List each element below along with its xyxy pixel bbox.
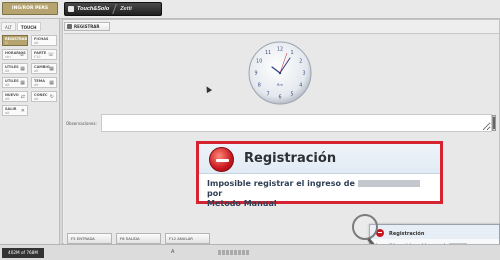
status-mark: A <box>171 249 175 255</box>
brand-separator <box>112 4 118 14</box>
redacted-name <box>357 180 420 187</box>
dialog-message-start: Imposible registrar el ingreso de <box>207 179 355 188</box>
observations-scrollbar[interactable] <box>492 115 496 131</box>
dialog-message-line2: Metodo Manual <box>207 199 277 208</box>
memory-indicator[interactable]: 402M of 768M <box>2 248 44 258</box>
utiles-2-button[interactable]: UTILES alt ▦ <box>2 77 28 88</box>
brand-subname: Zetti <box>120 6 132 12</box>
dialog-header: Registración <box>199 144 440 174</box>
user-button[interactable]: ING/ROR PERS <box>2 2 58 15</box>
arrows-icon: ⇄ <box>20 94 25 100</box>
clock-numeral: 6 <box>278 95 281 101</box>
left-tabs: ALT TOUCH <box>1 22 58 31</box>
brand-name: Touch&Solo <box>77 6 110 12</box>
dialog-message: Imposible registrar el ingreso depor Met… <box>207 179 437 209</box>
tema-button[interactable]: TEMA alt ▦ <box>31 77 57 88</box>
button-shortcut: alt <box>34 41 39 45</box>
mini-dialog-header: Registración <box>370 225 499 239</box>
phone-icon: ☏ <box>47 52 54 58</box>
top-bar: ING/ROR PERS Touch&Solo Zetti <box>0 0 500 19</box>
window-tab-label: REGISTRAR <box>74 24 100 29</box>
button-label: REGISTRAR <box>5 37 28 41</box>
grid-icon: ▦ <box>20 66 25 72</box>
brand-bar: Touch&Solo Zetti <box>64 2 162 16</box>
magnifier-icon <box>352 214 378 240</box>
clock-center <box>278 71 282 75</box>
clock-brand: Rm <box>277 83 283 87</box>
tab-registrar[interactable]: REGISTRAR <box>64 22 110 31</box>
error-icon <box>209 147 234 172</box>
salida-button[interactable]: F6 SALIDA <box>116 233 161 244</box>
main-window: REGISTRAR 12 1 2 3 4 5 6 7 8 9 10 11 Rm Observacion… <box>62 19 500 244</box>
clock-numeral: 7 <box>266 91 269 97</box>
button-shortcut: G <box>5 41 8 45</box>
clock-numeral: 11 <box>265 50 271 56</box>
grid-icon: ▦ <box>49 66 54 72</box>
status-blocks <box>218 250 249 255</box>
conec-button[interactable]: CONEC alt ↻ <box>31 91 57 102</box>
clock-numeral: 8 <box>258 83 261 89</box>
clock-numeral: 5 <box>290 91 293 97</box>
clock-numeral: 1 <box>290 50 293 56</box>
fichas-button[interactable]: FICHAS alt <box>31 35 57 46</box>
tab-touch[interactable]: TOUCH <box>16 22 41 31</box>
analog-clock: 121234567891011 Rm <box>248 41 312 105</box>
dialog-message-end: por <box>207 189 223 198</box>
clock-numeral: 2 <box>299 59 302 65</box>
error-dialog: Registración Imposible registrar el ingr… <box>196 141 443 208</box>
close-icon: ✕ <box>20 108 25 114</box>
brand-logo-icon <box>68 6 74 12</box>
status-block <box>246 250 249 255</box>
mini-error-icon-bar <box>378 232 382 233</box>
utiles-button[interactable]: UTILES alt ▦ <box>2 63 28 74</box>
error-icon-bar <box>216 159 229 162</box>
observations-field[interactable] <box>101 114 492 132</box>
observations-label: Observaciones: <box>66 121 97 126</box>
salir-button[interactable]: SALIR alt ✕ <box>2 105 28 116</box>
status-block <box>238 250 241 255</box>
status-block <box>234 250 237 255</box>
clock-numeral: 4 <box>299 83 302 89</box>
clock-numeral: 9 <box>254 71 257 77</box>
status-block <box>218 250 221 255</box>
registrar-button[interactable]: REGISTRAR G <box>2 35 28 46</box>
status-bar: 402M of 768M A <box>0 244 500 260</box>
anular-button[interactable]: F12 ANULAR <box>165 233 210 244</box>
status-block <box>226 250 229 255</box>
refresh-icon: ↻ <box>49 94 54 100</box>
parte-button[interactable]: PARTE F10 ☏ <box>31 49 57 60</box>
dialog-body: Registración Imposible registrar el ingr… <box>199 144 440 208</box>
cambio-button[interactable]: CAMBIO alt ▦ <box>31 63 57 74</box>
left-button-grid: REGISTRAR G FICHAS alt HORARIOS ctrl ☏ P… <box>2 35 58 116</box>
nuevo-button[interactable]: NUEVO alt ⇄ <box>2 91 28 102</box>
mini-dialog-title: Registración <box>389 231 425 237</box>
window-tab-icon <box>67 24 72 29</box>
clock-numeral: 3 <box>302 71 305 77</box>
tab-alt[interactable]: ALT <box>1 22 16 31</box>
clock-numeral: 10 <box>256 59 262 65</box>
left-panel: ALT TOUCH REGISTRAR G FICHAS alt HORARIO… <box>0 19 60 244</box>
grid-icon: ▦ <box>20 80 25 86</box>
status-block <box>222 250 225 255</box>
dialog-title: Registración <box>244 151 337 166</box>
scrollbar-thumb[interactable] <box>493 117 495 129</box>
entrada-button[interactable]: F5 ENTRADA <box>67 233 112 244</box>
phone-icon: ☏ <box>18 52 25 58</box>
grid-icon: ▦ <box>49 80 54 86</box>
status-block <box>242 250 245 255</box>
content-area: 12 1 2 3 4 5 6 7 8 9 10 11 Rm Observaciones: F5 ENT… <box>64 33 499 244</box>
status-block <box>230 250 233 255</box>
clock-numeral: 12 <box>277 47 283 53</box>
horarios-button[interactable]: HORARIOS ctrl ☏ <box>2 49 28 60</box>
